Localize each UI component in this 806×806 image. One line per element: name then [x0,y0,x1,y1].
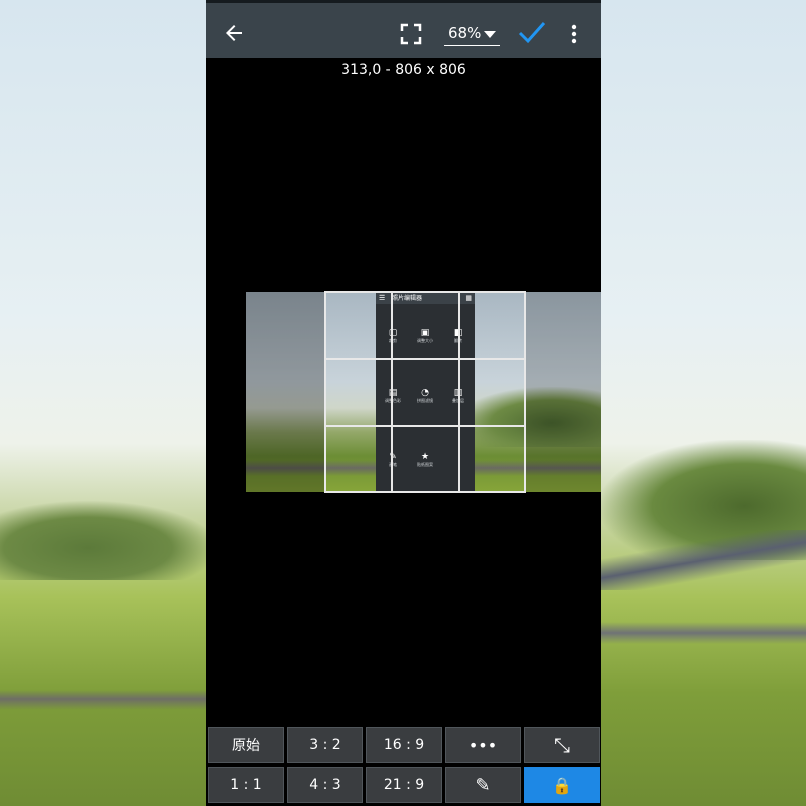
ratio-16-9-button[interactable]: 16 : 9 [366,727,442,763]
crop-dimensions-label: 313,0 - 806 x 806 [341,62,466,78]
crop-grid-line [458,293,460,491]
ratio-3-2-button[interactable]: 3 : 2 [287,727,363,763]
lock-icon[interactable]: 🔒 [524,767,600,803]
crop-grid-line [326,425,524,427]
top-toolbar: 68% [206,0,601,58]
more-vert-icon[interactable] [570,23,578,45]
background-road-left [0,690,206,710]
aspect-ratio-panel: 原始 3 : 2 16 : 9 ••• ⤡ 1 : 1 4 : 3 21 : 9… [206,725,601,806]
ratio-4-3-button[interactable]: 4 : 3 [287,767,363,803]
background-road-right [601,530,806,590]
check-icon[interactable] [517,19,547,47]
fullscreen-icon[interactable] [400,23,422,45]
crop-grid-line [391,293,393,491]
ratio-original-button[interactable]: 原始 [208,727,284,763]
edit-pencil-icon[interactable]: ✎ [445,767,521,803]
phone-screen: 68% 313,0 - 806 x 806 ☰ 照片编辑器 ▦ ▢ 裁剪 ▣ [206,0,601,806]
background-road-right-lower [601,622,806,644]
more-ratios-button[interactable]: ••• [445,727,521,763]
expand-icon[interactable]: ⤡ [524,727,600,763]
ratio-1-1-button[interactable]: 1 : 1 [208,767,284,803]
preview-outside-crop-right [526,292,601,492]
back-arrow-icon[interactable] [222,21,246,45]
zoom-level: 68% [448,24,482,42]
caret-down-icon [484,31,496,38]
preview-outside-crop-left [246,292,324,492]
ratio-21-9-button[interactable]: 21 : 9 [366,767,442,803]
crop-frame[interactable] [324,291,526,493]
crop-grid-line [326,358,524,360]
zoom-dropdown[interactable]: 68% [444,21,500,46]
background-hill-left [0,500,220,580]
